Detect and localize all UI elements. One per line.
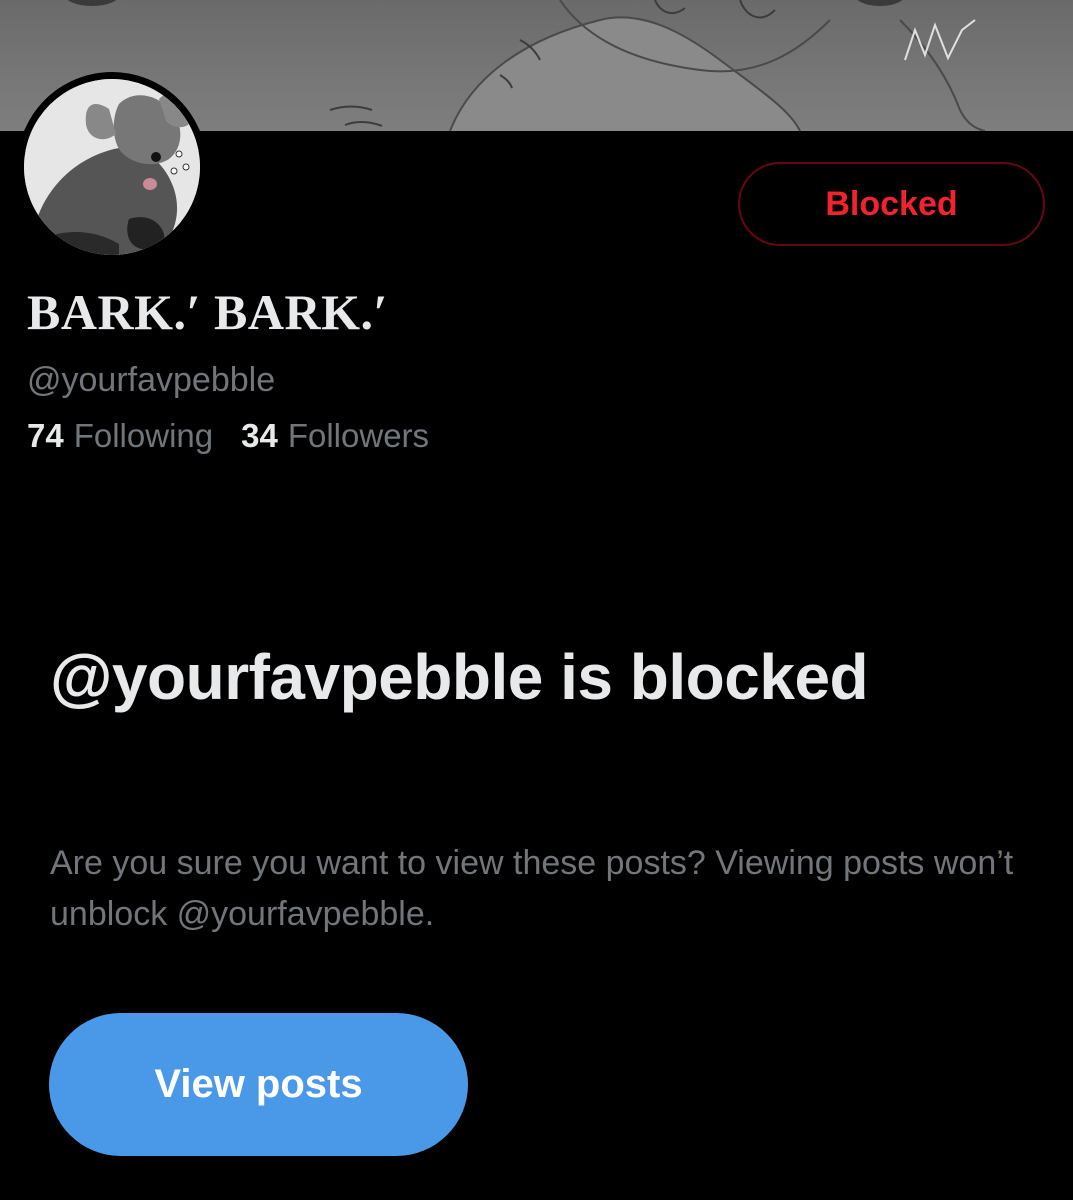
profile-stats: 74 Following 34 Followers	[27, 416, 429, 456]
profile-display-name: BARK.′ BARK.′	[27, 284, 389, 340]
followers-count: 34	[241, 417, 278, 454]
blocked-button[interactable]: Blocked	[738, 162, 1045, 246]
view-posts-button[interactable]: View posts	[49, 1013, 468, 1156]
followers-link[interactable]: 34 Followers	[241, 416, 429, 456]
blocked-notice-title: @yourfavpebble is blocked	[50, 641, 869, 713]
following-link[interactable]: 74 Following	[27, 416, 213, 456]
following-label: Following	[73, 417, 214, 454]
following-count: 74	[27, 417, 64, 454]
followers-label: Followers	[287, 417, 430, 454]
profile-handle: @yourfavpebble	[27, 361, 276, 399]
avatar-image	[24, 79, 200, 255]
blocked-notice-description: Are you sure you want to view these post…	[50, 844, 1014, 933]
profile-avatar[interactable]	[17, 72, 207, 262]
